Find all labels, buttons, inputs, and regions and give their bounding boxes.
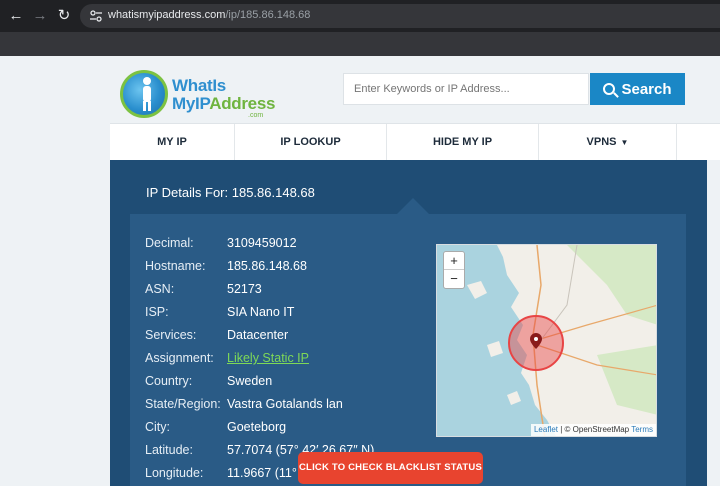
detail-value: 52173: [227, 282, 262, 296]
detail-label: Latitude:: [145, 443, 193, 457]
map-zoom-control: + −: [443, 251, 465, 289]
detail-value: Datacenter: [227, 328, 289, 342]
terms-link[interactable]: Terms: [631, 425, 653, 434]
person-icon: [143, 77, 151, 111]
ip-details-card: Decimal: 3109459012 Hostname: 185.86.148.6…: [130, 214, 686, 486]
leaflet-link[interactable]: Leaflet: [534, 425, 558, 434]
map-tiles: [437, 245, 656, 436]
search-icon: [603, 82, 616, 95]
zoom-in-button[interactable]: +: [444, 252, 464, 270]
osm-text: OpenStreetMap: [572, 425, 630, 434]
detail-label: Decimal:: [145, 236, 194, 250]
detail-value: SIA Nano IT: [227, 305, 295, 319]
logo-dotcom: .com: [248, 112, 264, 119]
detail-label: City:: [145, 420, 170, 434]
detail-value: Sweden: [227, 374, 273, 388]
caret-down-icon: ▼: [620, 138, 629, 147]
detail-label: ASN:: [145, 282, 175, 296]
detail-value: Goeteborg: [227, 420, 287, 434]
detail-label: ISP:: [145, 305, 169, 319]
back-arrow-icon[interactable]: ←: [6, 6, 26, 26]
logo-text-myip: MyIP: [172, 94, 210, 113]
url-path: /ip/185.86.148.68: [225, 9, 311, 21]
detail-label: Services:: [145, 328, 197, 342]
address-bar[interactable]: whatismyipaddress.com/ip/185.86.148.68: [80, 4, 720, 28]
main-nav: MY IP IP LOOKUP HIDE MY IP VPNS ▼: [110, 123, 720, 161]
ip-details-panel: IP Details For: 185.86.148.68 Decimal: 31…: [110, 160, 707, 486]
detail-value: 185.86.148.68: [227, 259, 307, 273]
detail-label: Country:: [145, 374, 193, 388]
url-text: whatismyipaddress.com/ip/185.86.148.68: [108, 9, 310, 21]
logo-text-address: Address: [209, 94, 276, 113]
bookmarks-bar: [0, 32, 720, 56]
page-content: WhatIs MyIPAddress .com Search MY IP IP …: [0, 56, 720, 486]
attribution-separator: | ©: [558, 425, 573, 434]
browser-chrome: ← → ↻ whatismyipaddress.com/ip/185.86.14…: [0, 0, 720, 56]
detail-label: Hostname:: [145, 259, 206, 273]
assignment-link[interactable]: Likely Static IP: [227, 351, 309, 365]
nav-hide-my-ip-label: HIDE MY IP: [432, 136, 493, 148]
search-button-label: Search: [621, 80, 672, 98]
nav-vpns[interactable]: VPNS ▼: [539, 124, 677, 161]
check-blacklist-button[interactable]: CLICK TO CHECK BLACKLIST STATUS: [298, 452, 483, 484]
location-map[interactable]: + − Leaflet | © OpenStreetMap Terms: [436, 244, 657, 437]
browser-toolbar: ← → ↻ whatismyipaddress.com/ip/185.86.14…: [0, 0, 720, 32]
nav-hide-my-ip[interactable]: HIDE MY IP: [387, 124, 539, 161]
site-info-icon[interactable]: [88, 8, 104, 24]
nav-ip-lookup-label: IP LOOKUP: [280, 136, 341, 148]
search-button[interactable]: Search: [590, 73, 685, 105]
detail-value: 3109459012: [227, 236, 297, 250]
url-host: whatismyipaddress.com: [108, 9, 226, 21]
nav-my-ip-label: MY IP: [157, 136, 187, 148]
logo-text-line1: WhatIs: [172, 76, 226, 95]
reload-icon[interactable]: ↻: [54, 6, 74, 26]
nav-vpns-label: VPNS: [586, 136, 617, 148]
forward-arrow-icon[interactable]: →: [30, 6, 50, 26]
map-attribution: Leaflet | © OpenStreetMap Terms: [530, 424, 656, 436]
detail-value: Vastra Gotalands lan: [227, 397, 343, 411]
location-marker-icon[interactable]: [530, 333, 542, 349]
ip-details-heading: IP Details For: 185.86.148.68: [146, 185, 315, 200]
search-input[interactable]: [343, 73, 589, 105]
logo-text-line2: MyIPAddress: [172, 94, 275, 114]
panel-notch: [397, 198, 429, 214]
detail-label: State/Region:: [145, 397, 221, 411]
site-logo[interactable]: WhatIs MyIPAddress .com: [120, 70, 280, 120]
nav-my-ip[interactable]: MY IP: [110, 124, 235, 161]
zoom-out-button[interactable]: −: [444, 270, 464, 288]
nav-ip-lookup[interactable]: IP LOOKUP: [235, 124, 387, 161]
detail-label: Longitude:: [145, 466, 204, 480]
detail-label: Assignment:: [145, 351, 214, 365]
